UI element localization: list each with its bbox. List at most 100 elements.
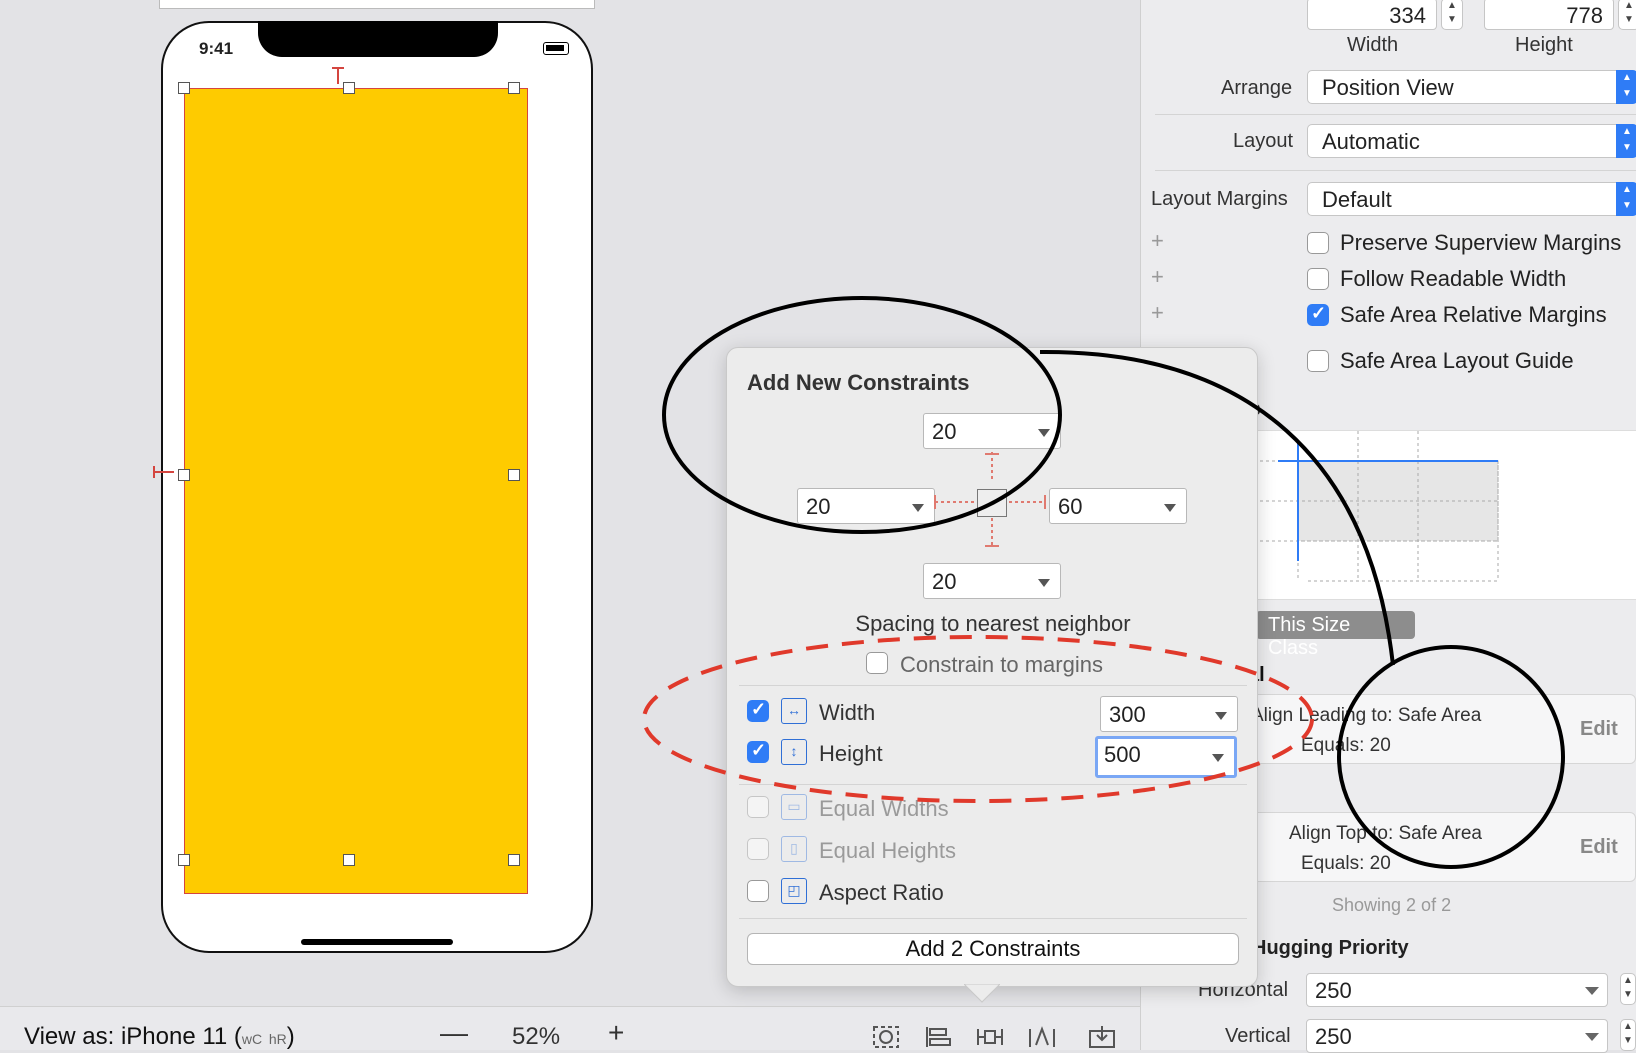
- preserve-margins-checkbox[interactable]: [1307, 232, 1329, 254]
- width-value-field[interactable]: 300: [1100, 696, 1238, 732]
- divider: [1155, 170, 1636, 171]
- chevron-down-icon: [1164, 504, 1176, 512]
- embed-in-icon[interactable]: [1088, 1025, 1116, 1049]
- equal-widths-label: Equal Widths: [819, 796, 949, 821]
- height-stepper[interactable]: ▲ ▼: [1618, 0, 1636, 30]
- layout-margins-label: Layout Margins: [1151, 188, 1288, 210]
- readable-width-checkbox[interactable]: [1307, 268, 1329, 290]
- leading-spacing-field[interactable]: 20: [797, 488, 935, 524]
- add-variation-icon[interactable]: +: [1151, 264, 1164, 290]
- horizontal-priority-select[interactable]: 250: [1306, 973, 1608, 1007]
- arrange-label: Arrange: [1221, 77, 1293, 99]
- vertical-stepper[interactable]: ▲ ▼: [1620, 1019, 1636, 1051]
- zoom-level: 52%: [512, 1023, 561, 1050]
- popup-arrows-icon: ▲ ▼: [1616, 70, 1636, 104]
- size-class-pill[interactable]: This Size Class: [1256, 611, 1415, 659]
- bottom-spacing-value: 20: [932, 569, 957, 594]
- chevron-down-icon: [1585, 1033, 1599, 1041]
- size-class-w: wC: [241, 1031, 263, 1047]
- aspect-ratio-label: Aspect Ratio: [819, 880, 944, 905]
- aspect-ratio-icon: ◰: [781, 878, 807, 904]
- view-as-paren: ): [286, 1023, 295, 1050]
- vertical-priority-value: 250: [1315, 1024, 1352, 1049]
- layout-value: Automatic: [1322, 129, 1420, 154]
- width-stepper[interactable]: ▲ ▼: [1441, 0, 1463, 30]
- width-label: Width: [1347, 34, 1399, 56]
- edit-leading-button[interactable]: Edit: [1580, 718, 1618, 741]
- height-checkbox[interactable]: [747, 740, 769, 763]
- add-constraints-icon[interactable]: [976, 1025, 1004, 1049]
- canvas-bottom-bar: View as: iPhone 11 (wC hR) — 52% +: [0, 1006, 1140, 1050]
- chevron-down-icon: [1038, 579, 1050, 587]
- aspect-ratio-checkbox[interactable]: [747, 880, 769, 902]
- arrange-value: Position View: [1322, 75, 1454, 100]
- arrange-popup[interactable]: Position View ▲ ▼: [1307, 70, 1636, 104]
- divider: [1155, 114, 1636, 115]
- chevron-down-icon: [1585, 987, 1599, 995]
- horizontal-priority-value: 250: [1315, 978, 1352, 1003]
- safe-area-margins-checkbox[interactable]: [1307, 303, 1329, 326]
- vertical-priority-select[interactable]: 250: [1306, 1019, 1608, 1053]
- width-constraint-label: Width: [819, 700, 876, 725]
- height-value-field[interactable]: 500: [1095, 736, 1237, 778]
- notch: [258, 21, 498, 57]
- layout-margins-popup[interactable]: Default ▲ ▼: [1307, 182, 1636, 216]
- width-constraint-icon: ↔: [781, 698, 807, 724]
- resize-handle[interactable]: [508, 854, 520, 866]
- constrain-margins-checkbox[interactable]: [866, 652, 888, 674]
- resize-handle[interactable]: [508, 469, 520, 481]
- top-spacing-field[interactable]: 20: [923, 413, 1061, 449]
- height-constraint-value: 500: [1104, 742, 1141, 767]
- constraint-top-line2: Equals: 20: [1301, 853, 1391, 874]
- chevron-down-icon: [1038, 429, 1050, 437]
- divider: [739, 685, 1247, 686]
- resize-handle[interactable]: [508, 82, 520, 94]
- resize-handle[interactable]: [343, 854, 355, 866]
- leading-spacing-value: 20: [806, 494, 831, 519]
- height-field[interactable]: 778: [1484, 0, 1614, 30]
- resolve-issues-icon[interactable]: [1028, 1025, 1056, 1049]
- home-indicator: [301, 939, 453, 945]
- equal-heights-icon: ▯: [781, 836, 807, 862]
- safe-area-guide-checkbox[interactable]: [1307, 350, 1329, 372]
- horizontal-stepper[interactable]: ▲ ▼: [1620, 973, 1636, 1005]
- update-frames-icon[interactable]: [872, 1025, 900, 1049]
- constraints-diagram: [1248, 430, 1636, 600]
- battery-icon: [543, 42, 569, 55]
- safe-area-guide-label: Safe Area Layout Guide: [1340, 348, 1574, 373]
- add-variation-icon[interactable]: +: [1151, 228, 1164, 254]
- size-class-h: hR: [268, 1031, 287, 1047]
- popup-arrows-icon: ▲ ▼: [1616, 124, 1636, 158]
- layout-label: Layout: [1233, 130, 1294, 152]
- divider: [739, 918, 1247, 919]
- popover-arrow: [964, 984, 1000, 1003]
- constraint-indicators: [153, 67, 344, 478]
- layout-popup[interactable]: Automatic ▲ ▼: [1307, 124, 1636, 158]
- bottom-spacing-field[interactable]: 20: [923, 563, 1061, 599]
- width-constraint-value: 300: [1109, 702, 1146, 727]
- vertical-label: Vertical: [1225, 1025, 1291, 1047]
- resize-handle[interactable]: [178, 854, 190, 866]
- constraint-card-leading[interactable]: Align Leading to: Safe Area Equals: 20: [1230, 694, 1636, 764]
- add-variation-icon[interactable]: +: [1151, 300, 1164, 326]
- layout-margins-value: Default: [1322, 187, 1392, 212]
- chevron-down-icon: [1215, 712, 1227, 720]
- edit-top-button[interactable]: Edit: [1580, 836, 1618, 859]
- constrain-margins-label: Constrain to margins: [900, 652, 1103, 677]
- align-icon[interactable]: [924, 1025, 952, 1049]
- height-constraint-label: Height: [819, 741, 883, 766]
- width-field[interactable]: 334: [1307, 0, 1437, 30]
- popover-title: Add New Constraints: [747, 370, 970, 395]
- chevron-down-icon: [912, 504, 924, 512]
- constraint-card-top[interactable]: Align Top to: Safe Area Equals: 20: [1230, 812, 1636, 882]
- zoom-out-button[interactable]: —: [440, 1019, 468, 1047]
- view-as-device[interactable]: View as: iPhone 11 (wC hR): [24, 1023, 295, 1051]
- trailing-spacing-field[interactable]: 60: [1049, 488, 1187, 524]
- equal-heights-checkbox[interactable]: [747, 838, 769, 860]
- equal-widths-checkbox[interactable]: [747, 796, 769, 818]
- zoom-in-button[interactable]: +: [608, 1019, 624, 1047]
- safe-area-margins-label: Safe Area Relative Margins: [1340, 302, 1607, 327]
- height-label: Height: [1515, 34, 1573, 56]
- add-constraints-button[interactable]: Add 2 Constraints: [747, 933, 1239, 965]
- width-checkbox[interactable]: [747, 699, 769, 722]
